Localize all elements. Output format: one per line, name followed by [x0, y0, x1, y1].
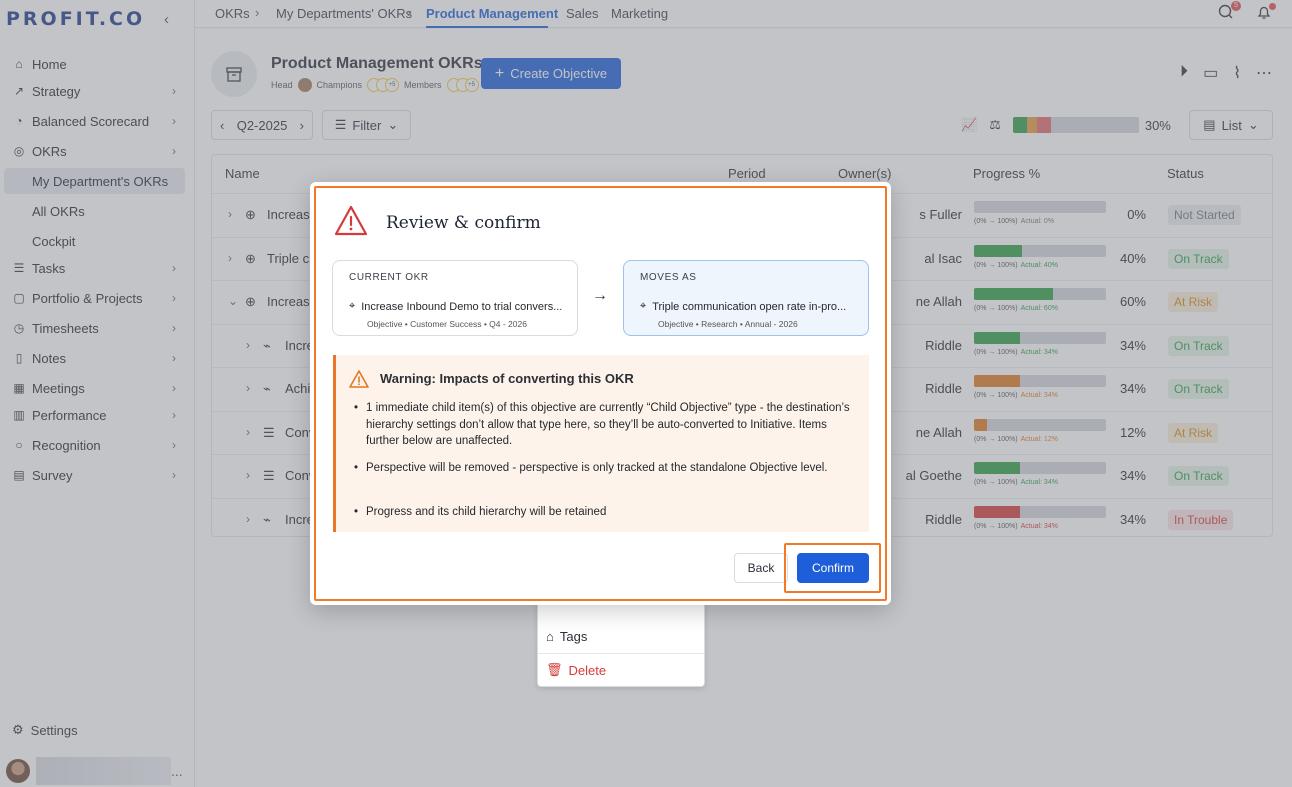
- warning-bullet: Perspective will be removed - perspectiv…: [354, 460, 859, 477]
- review-confirm-modal: Review & confirm CURRENT OKR ⌖ Increase …: [310, 182, 891, 605]
- moves-as-meta: Objective • Research • Annual - 2026: [658, 319, 798, 329]
- moves-as-label: MOVES AS: [640, 272, 697, 283]
- warning-box: Warning: Impacts of converting this OKR …: [333, 355, 869, 532]
- confirm-button[interactable]: Confirm: [797, 553, 869, 583]
- current-okr-name: ⌖ Increase Inbound Demo to trial convers…: [349, 300, 563, 313]
- current-okr-meta: Objective • Customer Success • Q4 - 2026: [367, 319, 527, 329]
- target-icon: ⌖: [640, 300, 647, 312]
- menu-item-tags[interactable]: ⌂ Tags: [546, 621, 696, 651]
- target-icon: ⌖: [349, 300, 356, 312]
- warning-bullet: Progress and its child hierarchy will be…: [354, 504, 859, 521]
- warning-icon: [334, 205, 368, 236]
- warning-bullet: 1 immediate child item(s) of this object…: [354, 400, 859, 450]
- arrow-right-icon: →: [592, 287, 608, 304]
- menu-item-delete[interactable]: 🗑 Delete: [546, 655, 696, 685]
- trash-icon: 🗑: [546, 662, 563, 677]
- tag-icon: ⌂: [546, 628, 554, 644]
- current-okr-card: CURRENT OKR ⌖ Increase Inbound Demo to t…: [332, 260, 578, 336]
- modal-title: Review & confirm: [386, 213, 541, 233]
- current-okr-label: CURRENT OKR: [349, 272, 429, 283]
- back-button[interactable]: Back: [734, 553, 788, 583]
- warning-icon: [349, 370, 369, 388]
- divider: [538, 653, 704, 654]
- warning-title: Warning: Impacts of converting this OKR: [380, 371, 634, 386]
- moves-as-name: ⌖ Triple communication open rate in-pro.…: [640, 300, 847, 313]
- moves-as-card: MOVES AS ⌖ Triple communication open rat…: [623, 260, 869, 336]
